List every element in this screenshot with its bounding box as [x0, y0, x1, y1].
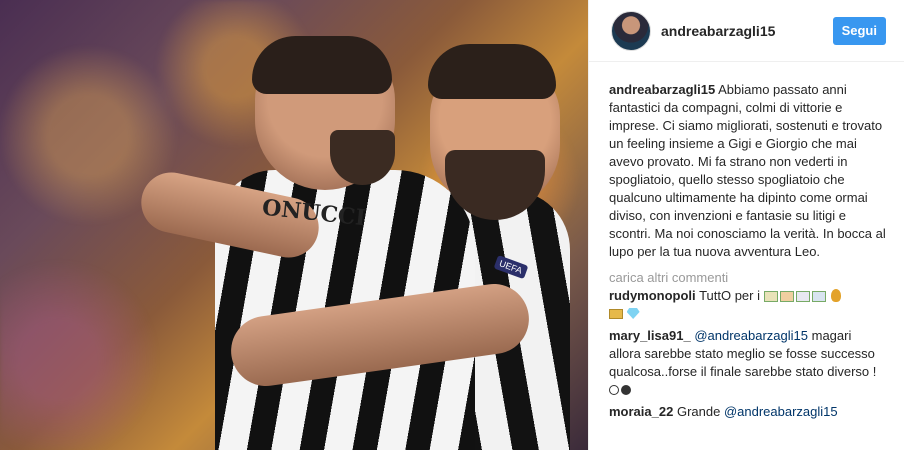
post-header: andreabarzagli15 Segui	[589, 0, 904, 62]
comment-mention[interactable]: @andreabarzagli15	[694, 328, 808, 343]
post-caption: andreabarzagli15 Abbiamo passato anni fa…	[609, 81, 886, 261]
header-username[interactable]: andreabarzagli15	[661, 23, 833, 39]
player-right-hair	[428, 44, 556, 99]
card-icon	[609, 309, 623, 319]
avatar[interactable]	[611, 10, 651, 51]
comment-item: moraia_22 Grande @andreabarzagli15	[609, 403, 886, 421]
comment-username[interactable]: rudymonopoli	[609, 288, 696, 303]
emoji-icon	[779, 291, 794, 302]
load-more-comments[interactable]: carica altri commenti	[609, 269, 886, 287]
caption-username[interactable]: andreabarzagli15	[609, 82, 715, 97]
white-circle-icon	[609, 385, 619, 395]
comment-text: Grande	[676, 404, 721, 419]
black-circle-icon	[621, 385, 631, 395]
comment-item: mary_lisa91_ @andreabarzagli15 magari al…	[609, 327, 886, 399]
comment-username[interactable]: mary_lisa91_	[609, 328, 691, 343]
comment-mention[interactable]: @andreabarzagli15	[724, 404, 838, 419]
player-left-hair	[252, 36, 392, 94]
emoji-icon	[811, 291, 826, 302]
comments-section: andreabarzagli15 Abbiamo passato anni fa…	[589, 62, 904, 421]
post-photo[interactable]: ONUCCI UEFA	[0, 0, 588, 450]
follow-button[interactable]: Segui	[832, 16, 886, 45]
emoji-icon	[763, 291, 778, 302]
emoji-icon	[795, 291, 810, 302]
comment-username[interactable]: moraia_22	[609, 404, 673, 419]
post-sidebar: andreabarzagli15 Segui andreabarzagli15 …	[588, 0, 904, 450]
medal-icon	[831, 289, 842, 302]
comment-text: TuttO per i	[699, 288, 760, 303]
caption-text: Abbiamo passato anni fantastici da compa…	[609, 82, 886, 259]
gem-icon	[626, 308, 640, 319]
comment-item: rudymonopoli TuttO per i	[609, 287, 886, 323]
